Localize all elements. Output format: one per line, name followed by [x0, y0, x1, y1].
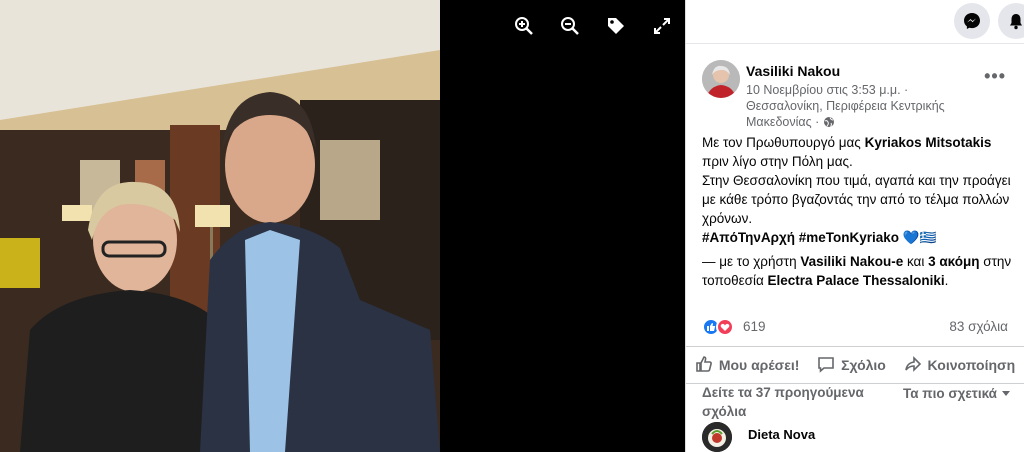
post-text-line: Με τον Πρωθυπουργό μας [702, 135, 865, 150]
commenter-name[interactable]: Dieta Nova [748, 427, 815, 442]
tag-icon[interactable] [604, 14, 628, 38]
love-reaction-icon [716, 318, 734, 336]
comment-button[interactable]: Σχόλιο [817, 355, 886, 376]
post-location[interactable]: Θεσσαλονίκη, Περιφέρεια Κεντρικής Μακεδο… [746, 99, 945, 129]
zoom-out-icon[interactable] [558, 14, 582, 38]
tagged-others-link[interactable]: 3 ακόμη [928, 254, 979, 269]
like-button[interactable]: Μου αρέσει! [695, 355, 800, 376]
top-bar [686, 0, 1024, 44]
avatar[interactable] [702, 60, 740, 98]
post-text: Με τον Πρωθυπουργό μας Kyriakos Mitsotak… [702, 133, 1014, 290]
zoom-in-icon[interactable] [512, 14, 536, 38]
post-date[interactable]: 10 Νοεμβρίου στις 3:53 μ.μ. · [746, 83, 908, 97]
post-photo[interactable] [0, 0, 440, 452]
like-label: Μου αρέσει! [718, 357, 800, 373]
post-panel: Vasiliki Nakou 10 Νοεμβρίου στις 3:53 μ.… [685, 0, 1024, 452]
fullscreen-icon[interactable] [650, 14, 674, 38]
emoji: 💙🇬🇷 [902, 230, 937, 245]
caret-down-icon [1001, 383, 1011, 402]
share-button[interactable]: Κοινοποίηση [904, 355, 1016, 376]
reaction-icons[interactable] [702, 318, 734, 336]
share-icon [904, 355, 922, 376]
comment-label: Σχόλιο [841, 357, 886, 373]
photo-viewer [0, 0, 685, 452]
comment-count[interactable]: 83 σχόλια [949, 319, 1008, 334]
post-text-line: Στην Θεσσαλονίκη που τιμά, αγαπά και την… [702, 173, 1011, 226]
post-text-line: πριν λίγο στην Πόλη μας. [702, 154, 853, 169]
reaction-count[interactable]: 619 [743, 319, 766, 334]
viewer-toolbar [512, 14, 674, 38]
post-text-line: και [903, 254, 929, 269]
messenger-icon[interactable] [954, 3, 990, 39]
comment-icon [817, 355, 835, 376]
view-previous-comments[interactable]: Δείτε τα 37 προηγούμενα σχόλια [702, 383, 892, 421]
hashtag-link[interactable]: #ΑπόΤηνΑρχή [702, 230, 795, 245]
notifications-icon[interactable] [998, 3, 1024, 39]
post-author[interactable]: Vasiliki Nakou [746, 63, 840, 79]
post-actions: Μου αρέσει! Σχόλιο Κοινοποίηση [686, 346, 1024, 384]
like-icon [695, 355, 713, 376]
post-text-line: . [944, 273, 949, 288]
post-meta: 10 Νοεμβρίου στις 3:53 μ.μ. · Θεσσαλονίκ… [746, 82, 976, 132]
tagged-user-link[interactable]: Vasiliki Nakou-e [800, 254, 903, 269]
tagged-person-link[interactable]: Kyriakos Mitsotakis [865, 135, 992, 150]
hashtag-link[interactable]: #meTonKyriako [799, 230, 899, 245]
location-link[interactable]: Electra Palace Thessaloniki [768, 273, 945, 288]
comment-sort-label: Τα πιο σχετικά [903, 386, 997, 401]
comment-sort-dropdown[interactable]: Τα πιο σχετικά [903, 383, 1013, 403]
reactions-bar: 619 83 σχόλια [702, 318, 1008, 338]
share-label: Κοινοποίηση [927, 357, 1016, 373]
globe-icon [823, 116, 835, 132]
more-options-button[interactable]: ••• [984, 66, 1006, 87]
commenter-avatar[interactable] [702, 422, 732, 452]
post-text-line: — με το χρήστη [702, 254, 801, 269]
